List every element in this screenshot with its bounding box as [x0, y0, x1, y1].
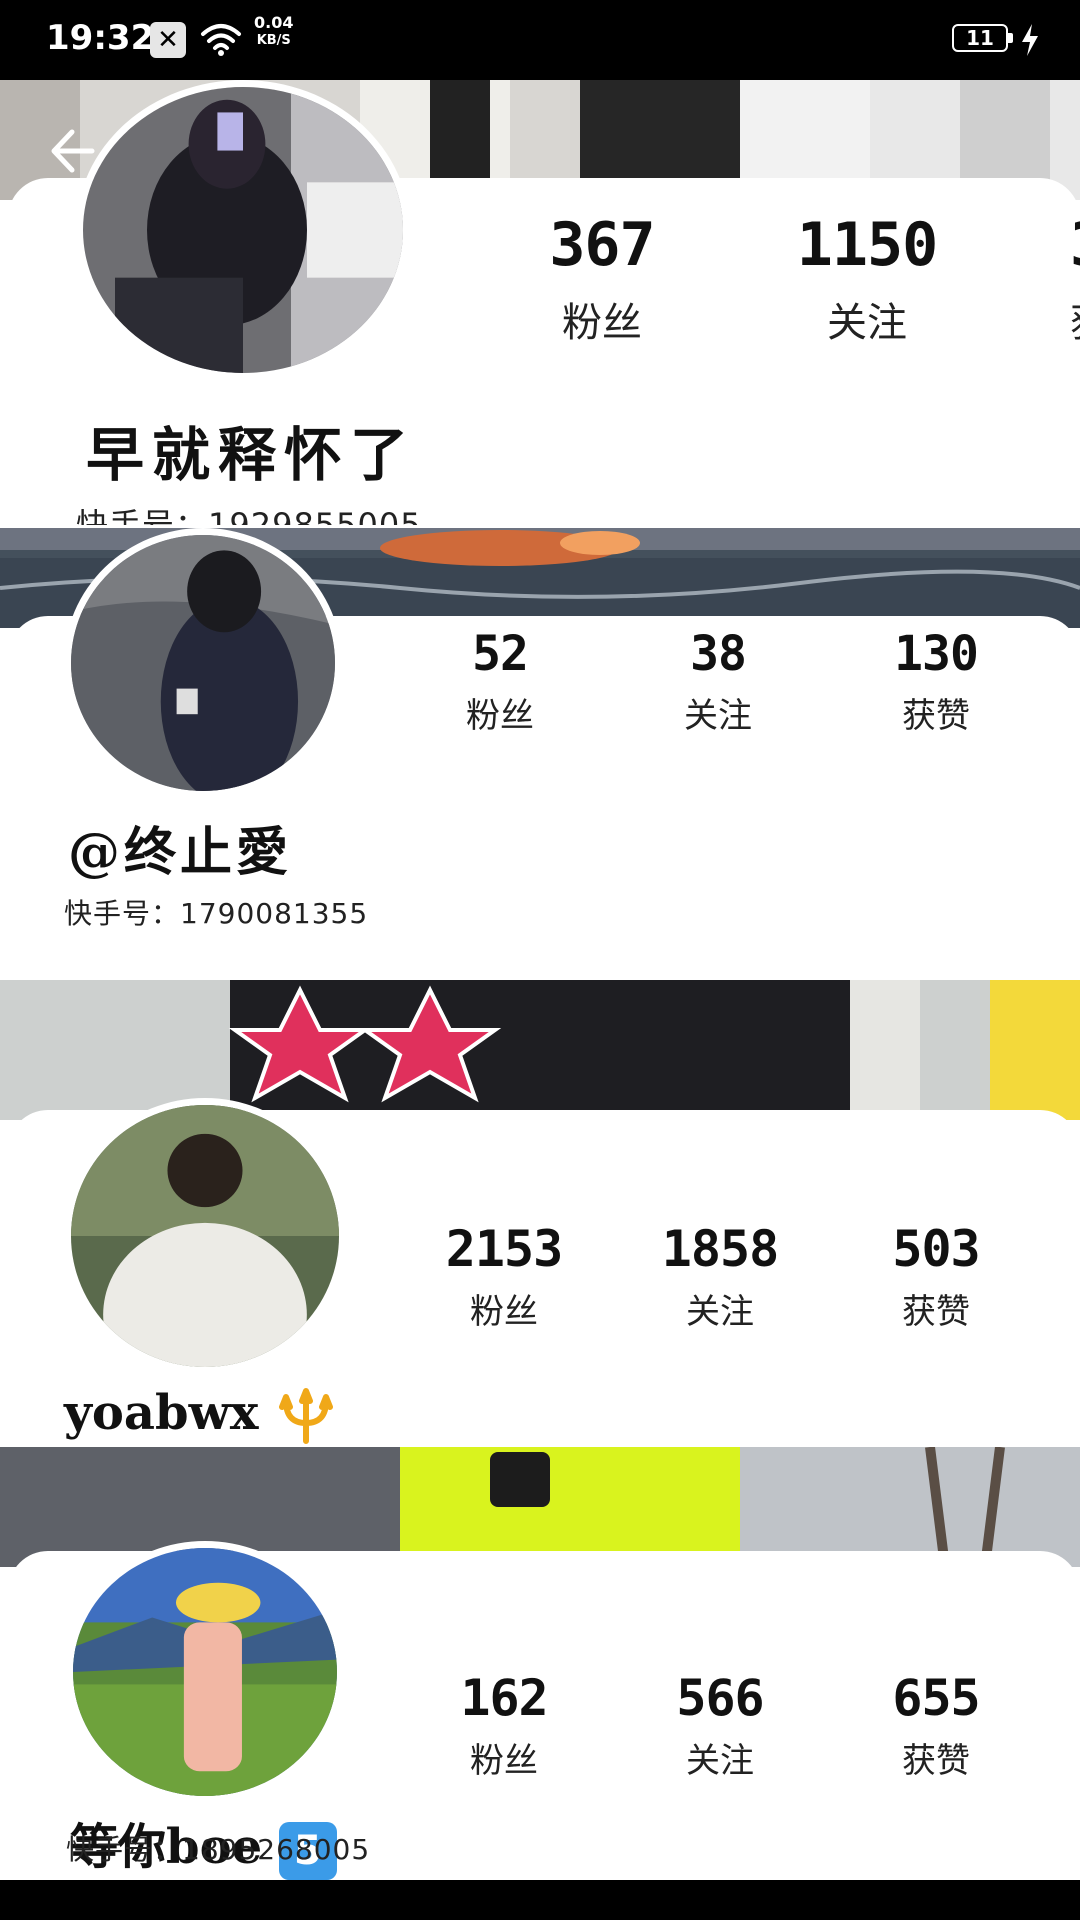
stat-label: 关注 — [684, 696, 752, 736]
stat-value: 367 — [549, 210, 655, 280]
stat-label: 粉丝 — [470, 1292, 538, 1332]
stat-fans[interactable]: 367 粉丝 — [502, 210, 702, 348]
stat-value: 52 — [472, 626, 529, 682]
avatar[interactable] — [76, 80, 410, 380]
stat-label: 粉丝 — [470, 1741, 538, 1781]
stat-likes[interactable]: 503 获赞 — [836, 1220, 1036, 1333]
stat-label: 获赞 — [902, 1741, 970, 1781]
trident-icon — [279, 1387, 334, 1444]
profile-card[interactable]: 367 粉丝 1150 关注 3 获 早就释怀了 快手号：1929855005 — [0, 80, 1080, 525]
avatar[interactable] — [64, 1098, 346, 1374]
profile-list[interactable]: 367 粉丝 1150 关注 3 获 早就释怀了 快手号：1929855005 — [0, 80, 1080, 1880]
stat-following[interactable]: 1858 关注 — [620, 1220, 820, 1333]
profile-name-text: yoabwx — [64, 1385, 259, 1441]
stat-value: 3 — [1070, 210, 1080, 280]
stat-value: 1150 — [796, 210, 939, 280]
wifi-icon — [201, 24, 241, 56]
stat-likes[interactable]: 3 获 — [1000, 210, 1080, 348]
charging-icon — [1022, 24, 1038, 56]
stat-fans[interactable]: 52 粉丝 — [400, 626, 600, 737]
stat-label: 粉丝 — [562, 300, 642, 346]
stat-label: 获赞 — [902, 1292, 970, 1332]
cover-image — [0, 980, 1080, 1120]
stat-fans[interactable]: 2153 粉丝 — [404, 1220, 604, 1333]
net-speed-unit: KB/S — [256, 33, 291, 48]
stat-following[interactable]: 1150 关注 — [767, 210, 967, 348]
stat-label: 关注 — [686, 1292, 754, 1332]
avatar[interactable] — [66, 1541, 344, 1803]
stat-value: 2153 — [445, 1220, 563, 1278]
net-speed-value: 0.04 — [254, 13, 294, 32]
stat-likes[interactable]: 655 获赞 — [836, 1669, 1036, 1782]
kuaishou-id: 快手号：1895268005 — [66, 1833, 371, 1866]
stat-following[interactable]: 38 关注 — [618, 626, 818, 737]
stat-likes[interactable]: 130 获赞 — [836, 626, 1036, 737]
stat-label: 获赞 — [902, 696, 970, 736]
stat-value: 162 — [460, 1669, 548, 1727]
stat-value: 655 — [892, 1669, 980, 1727]
status-time: 19:32 — [46, 18, 155, 58]
battery-icon: 11 — [952, 24, 1013, 52]
stat-label: 关注 — [686, 1741, 754, 1781]
stat-fans[interactable]: 162 粉丝 — [404, 1669, 604, 1782]
stat-label: 粉丝 — [466, 696, 534, 736]
notification-x-icon: ✕ — [150, 22, 186, 58]
stat-value: 503 — [892, 1220, 980, 1278]
stat-label: 获 — [1070, 290, 1080, 348]
kuaishou-id: 快手号：1929855005 — [76, 506, 422, 525]
battery-level: 11 — [966, 26, 994, 50]
stat-value: 566 — [676, 1669, 764, 1727]
stat-value: 1858 — [661, 1220, 779, 1278]
stat-value: 130 — [894, 626, 979, 682]
profile-name: @终止愛 — [68, 822, 293, 883]
profile-name: yoabwx — [64, 1385, 337, 1447]
stat-value: 38 — [690, 626, 747, 682]
net-speed: 0.04 KB/S — [254, 14, 293, 50]
navigation-bar — [0, 1880, 1080, 1920]
stat-following[interactable]: 566 关注 — [620, 1669, 820, 1782]
status-bar: 19:32 ✕ 0.04 KB/S 11 — [0, 0, 1080, 80]
stat-label: 关注 — [827, 300, 907, 346]
avatar[interactable] — [64, 528, 342, 798]
kuaishou-id: 快手号：1790081355 — [64, 897, 369, 930]
profile-card[interactable]: 162 粉丝 566 关注 655 获赞 等你boe 5 快手号：1895268… — [0, 1447, 1080, 1880]
profile-name: 早就释怀了 — [86, 421, 417, 489]
